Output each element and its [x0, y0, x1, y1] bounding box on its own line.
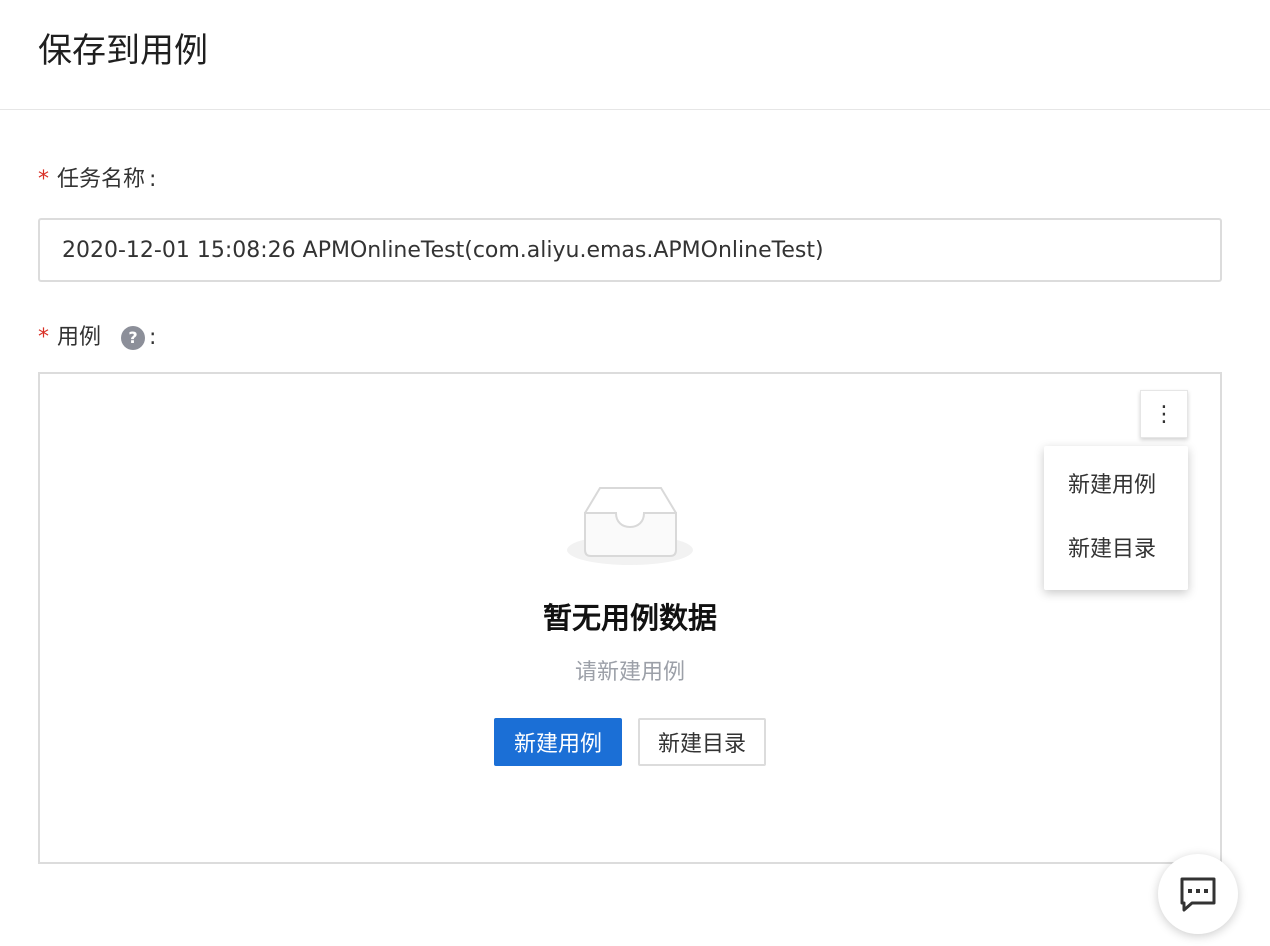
case-label-text: 用例: [57, 325, 102, 350]
task-name-label: * 任务名称 :: [38, 164, 156, 196]
new-folder-button[interactable]: 新建目录: [638, 718, 766, 766]
menu-item-new-case[interactable]: 新建用例: [1044, 454, 1188, 518]
label-colon: :: [149, 167, 157, 192]
empty-state-title: 暂无用例数据: [542, 601, 717, 635]
more-actions-menu: 新建用例 新建目录: [1044, 446, 1188, 590]
required-mark: *: [38, 167, 49, 192]
menu-item-new-folder[interactable]: 新建目录: [1044, 518, 1188, 582]
more-actions-button[interactable]: ⋮: [1140, 390, 1188, 438]
more-vertical-icon: ⋮: [1153, 401, 1175, 427]
case-label: * 用例 ? :: [38, 322, 156, 354]
empty-state-subtitle: 请新建用例: [574, 660, 685, 685]
chat-icon: [1180, 877, 1216, 912]
new-case-button[interactable]: 新建用例: [494, 718, 622, 766]
task-name-label-text: 任务名称: [57, 167, 146, 192]
page-title: 保存到用例: [38, 31, 208, 71]
save-to-case-page: 保存到用例 * 任务名称 : * 用例 ? : ⋮ 新建用例 新建目录 暂无用例…: [0, 0, 1270, 946]
label-colon: :: [149, 325, 157, 350]
help-icon[interactable]: ?: [121, 326, 146, 350]
required-mark: *: [38, 325, 49, 350]
inbox-empty-icon: [566, 484, 694, 572]
task-name-input[interactable]: [38, 218, 1222, 282]
page-header: 保存到用例: [0, 0, 1270, 110]
chat-button[interactable]: [1158, 854, 1238, 934]
